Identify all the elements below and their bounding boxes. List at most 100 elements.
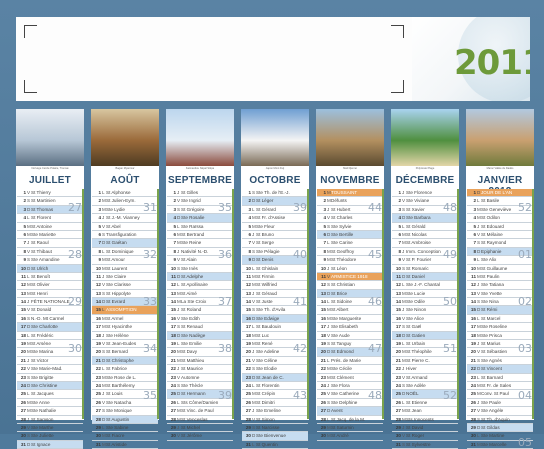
day-number: 1 xyxy=(473,190,476,195)
saint-name: Ste Mariette xyxy=(31,231,56,237)
day-number: 23 xyxy=(320,374,326,380)
day-number: 11 xyxy=(171,273,176,279)
saint-name: St Henri xyxy=(31,290,48,296)
saint-name: Ste Catherine xyxy=(331,391,360,397)
day-number: 4 xyxy=(23,215,26,221)
calendar-board: 2011 Norvège Cercle Polaire, TromsøJUILL… xyxy=(0,0,544,449)
saint-name: St Gatien xyxy=(406,332,426,338)
saint-name: Ste Cécile xyxy=(331,366,352,372)
week-number: 28 xyxy=(68,248,82,261)
day-number: 25 xyxy=(245,391,251,397)
day-row: 11MSt Firmin xyxy=(242,273,308,282)
day-number: 5 xyxy=(398,223,401,229)
day-row: 7SSt Raymond xyxy=(467,239,533,248)
day-row: 27MSt Jean xyxy=(392,407,458,416)
day-number: 3 xyxy=(323,206,326,212)
saint-name: ASSOMPTION xyxy=(106,307,137,313)
week-number: 01 xyxy=(518,248,532,261)
day-number: 12 xyxy=(320,282,326,288)
week-number: 42 xyxy=(293,342,307,355)
month-name: JUILLET xyxy=(29,175,71,186)
saint-name: St Abel xyxy=(106,223,121,229)
saint-name: Ste Martine xyxy=(481,433,505,439)
day-row: 4MSt Odilon xyxy=(467,214,533,223)
day-number: 7 xyxy=(248,240,251,246)
day-number: 7 xyxy=(98,240,101,246)
week-number: 49 xyxy=(443,248,457,261)
saint-name: St P. Fourier xyxy=(406,257,432,263)
saint-name: St Arsène xyxy=(31,341,51,347)
day-number: 15 xyxy=(395,307,401,313)
saint-name: St Gérald xyxy=(406,223,426,229)
day-number: 31 xyxy=(470,441,476,447)
accent-bar xyxy=(307,189,309,419)
saint-name: Ste Viviane xyxy=(406,198,430,204)
saint-name: St Armand xyxy=(406,374,428,380)
day-number: 9 xyxy=(248,257,251,263)
day-row: 23VAutomne xyxy=(167,374,233,382)
day-number: 22 xyxy=(170,366,176,372)
saint-name: St Aristide xyxy=(106,441,127,447)
saint-name: St Dimitri xyxy=(256,399,275,405)
day-row: 23SSte Brigitte xyxy=(17,374,83,382)
day-row: 7J St Raoul xyxy=(17,239,83,248)
month-photo xyxy=(16,109,84,166)
saint-name: St Géraud xyxy=(256,290,277,296)
saint-name: Ste Yvette xyxy=(481,290,502,296)
day-number: 25 xyxy=(320,391,326,397)
day-number: 15 xyxy=(320,307,326,313)
saint-name: Ste Alix xyxy=(481,257,497,263)
saint-name: Ste Monique xyxy=(106,408,132,414)
day-row: 17MSte Roseline xyxy=(467,323,533,332)
saint-name: Ste Hélène xyxy=(106,332,129,338)
saint-name: Ste Elodie xyxy=(256,366,277,372)
corner-mark xyxy=(24,25,37,38)
saint-name: St Hippolyte xyxy=(106,290,131,296)
saint-name: ARMISTICE 1918 xyxy=(331,273,368,279)
saint-name: St Ulrich xyxy=(31,265,49,271)
day-row: 17LSt Baudouin xyxy=(242,323,308,332)
day-row: 21LPrés. de Marie xyxy=(317,357,383,366)
day-row: 12LSt Apollinaire xyxy=(167,281,233,290)
day-number: 8 xyxy=(98,248,101,254)
saint-name: Ste Flora xyxy=(331,382,350,388)
photo-caption: Bagan Myanmar xyxy=(115,167,135,170)
day-row: 17SSt Renaud xyxy=(167,323,233,332)
day-number: 11 xyxy=(21,273,26,279)
day-number: 15 xyxy=(470,307,476,313)
day-number: 6 xyxy=(98,231,101,237)
day-number: 31 xyxy=(95,441,101,447)
saint-name: St Vincent xyxy=(481,366,502,372)
saint-name: St Albert xyxy=(331,307,349,313)
day-number: 3 xyxy=(173,206,176,212)
saint-name: Ste Emeline xyxy=(256,408,281,414)
day-number: 7 xyxy=(398,240,401,246)
saint-name: St Narcisse xyxy=(256,424,280,430)
saint-name: St David xyxy=(406,424,424,430)
saint-name: Ste Brigitte xyxy=(31,374,54,380)
saint-name: St Laurent xyxy=(106,265,128,271)
saint-name: St Augustin xyxy=(106,416,130,422)
day-number: 10 xyxy=(320,265,326,271)
day-row: 6DSte Bertille xyxy=(317,230,383,240)
saint-name: Ste Nathalie xyxy=(31,408,57,414)
day-number: 19 xyxy=(320,341,326,347)
saint-name: St Charles xyxy=(331,215,353,221)
saint-name: St Martinien xyxy=(31,198,56,204)
day-number: 8 xyxy=(248,248,251,254)
day-number: 14 xyxy=(170,299,176,305)
day-row: 22MSte Cécile xyxy=(317,365,383,374)
saint-name: N.-D. Mt Carmel xyxy=(31,315,65,321)
day-number: 11 xyxy=(246,273,251,279)
saint-name: St Grégoire xyxy=(181,206,205,212)
day-row: 7VSt Serge xyxy=(242,239,308,248)
day-row: 6MSt Nicolas xyxy=(392,231,458,240)
saint-name: St Daniel xyxy=(406,273,425,279)
day-row: 10DSt Ulrich xyxy=(17,264,83,273)
saint-name: Ste Nadège xyxy=(181,332,206,338)
day-row: 6MSt Bertrand xyxy=(167,231,233,240)
saint-name: Ste Marie-Mad. xyxy=(31,366,63,372)
day-number: 26 xyxy=(245,399,251,405)
week-number: 45 xyxy=(368,248,382,261)
saint-name: St Bertrand xyxy=(181,231,205,237)
